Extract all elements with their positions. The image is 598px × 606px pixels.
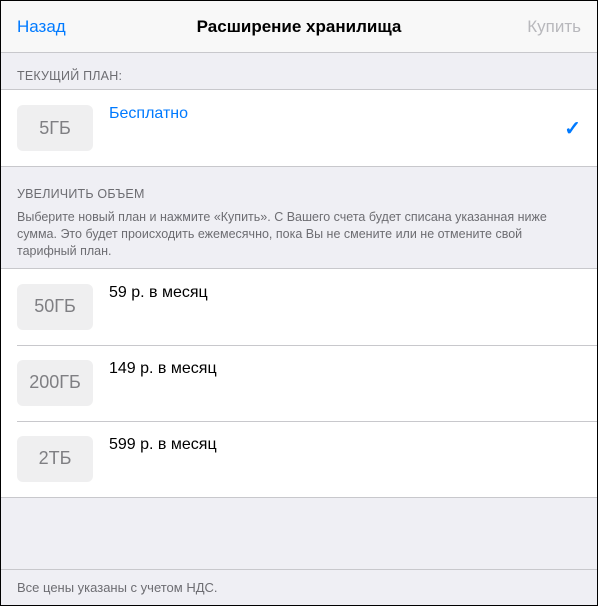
back-button[interactable]: Назад <box>17 17 66 37</box>
checkmark-icon: ✓ <box>564 116 581 141</box>
plan-size-badge: 50ГБ <box>17 284 93 330</box>
current-plan-cell[interactable]: 5ГБ Бесплатно ✓ <box>1 90 597 166</box>
plan-body: 599 р. в месяц <box>109 433 581 456</box>
vat-footer: Все цены указаны с учетом НДС. <box>1 569 597 605</box>
plan-price: 59 р. в месяц <box>109 283 581 304</box>
upgrade-plans-group: 50ГБ 59 р. в месяц 200ГБ 149 р. в месяц … <box>1 268 597 498</box>
plan-label: Бесплатно <box>109 104 556 125</box>
navbar: Назад Расширение хранилища Купить <box>1 1 597 53</box>
current-plan-header: ТЕКУЩИЙ ПЛАН: <box>1 53 597 89</box>
storage-upgrade-screen: Назад Расширение хранилища Купить ТЕКУЩИ… <box>0 0 598 606</box>
spacer <box>1 498 597 569</box>
upgrade-description: Выберите новый план и нажмите «Купить». … <box>1 207 597 268</box>
plan-option-50gb[interactable]: 50ГБ 59 р. в месяц <box>1 269 597 345</box>
current-plan-group: 5ГБ Бесплатно ✓ <box>1 89 597 167</box>
plan-size-badge: 5ГБ <box>17 105 93 151</box>
plan-option-2tb[interactable]: 2ТБ 599 р. в месяц <box>1 421 597 497</box>
plan-body: Бесплатно <box>109 102 556 125</box>
plan-price: 149 р. в месяц <box>109 359 581 380</box>
plan-size-badge: 2ТБ <box>17 436 93 482</box>
upgrade-header: УВЕЛИЧИТЬ ОБЪЕМ <box>1 167 597 207</box>
plan-size-badge: 200ГБ <box>17 360 93 406</box>
buy-button[interactable]: Купить <box>527 17 581 37</box>
page-title: Расширение хранилища <box>1 17 597 37</box>
plan-price: 599 р. в месяц <box>109 435 581 456</box>
plan-body: 59 р. в месяц <box>109 281 581 304</box>
plan-body: 149 р. в месяц <box>109 357 581 380</box>
plan-option-200gb[interactable]: 200ГБ 149 р. в месяц <box>1 345 597 421</box>
